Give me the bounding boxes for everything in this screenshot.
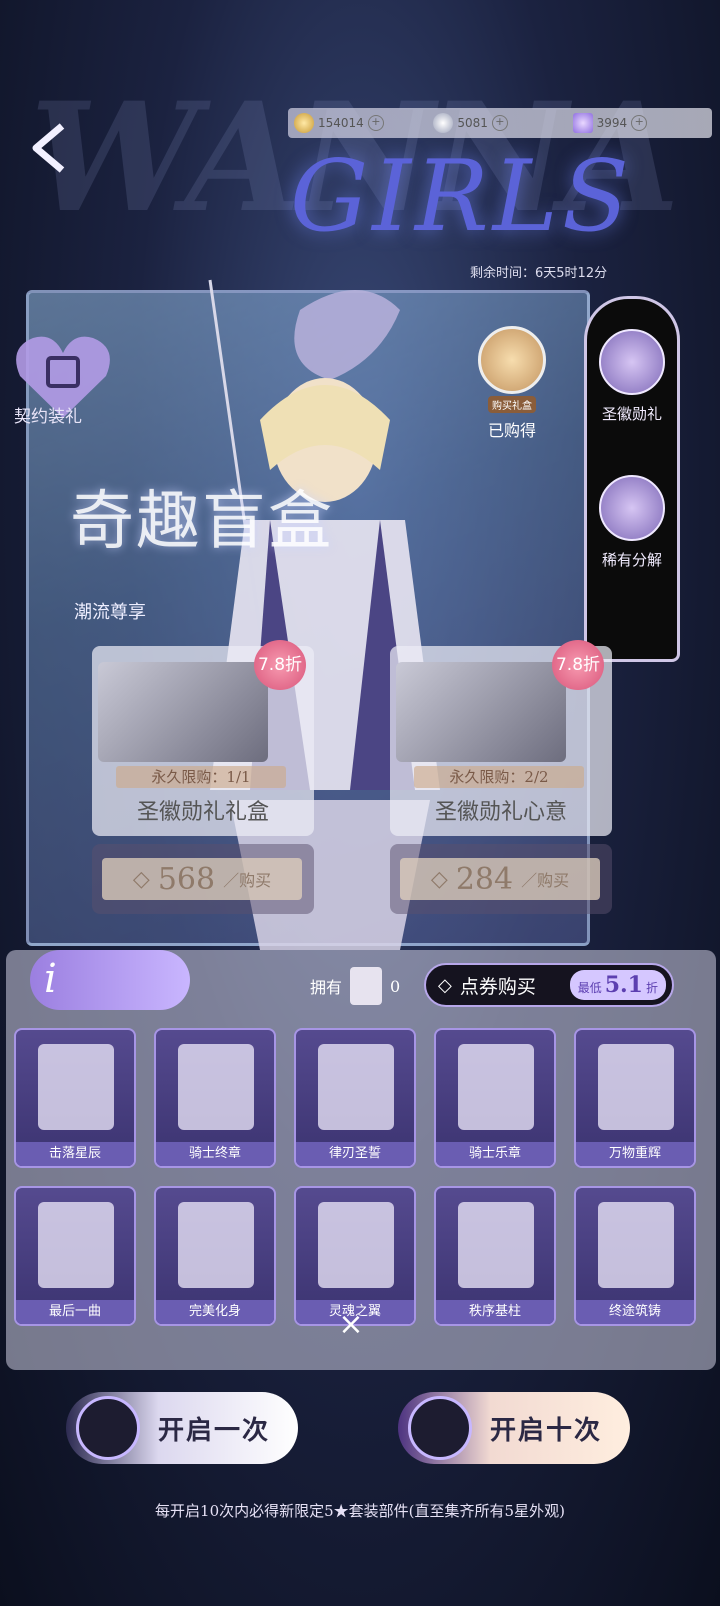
hair-item-image xyxy=(38,1044,114,1130)
decompose-icon xyxy=(599,475,665,541)
close-icon[interactable]: × xyxy=(336,1310,366,1340)
product-name: 圣徽勋礼礼盒 xyxy=(136,800,269,825)
owned-value: 0 xyxy=(390,976,401,996)
gift-box-icon xyxy=(478,326,546,394)
promo-tag: 潮流尊享 xyxy=(74,602,146,623)
product-name: 圣徽勋礼心意 xyxy=(434,800,567,825)
wing-item-image xyxy=(598,1044,674,1130)
lowest-prefix: 最低 xyxy=(577,981,602,995)
back-button[interactable] xyxy=(22,118,76,178)
lock-label: 契约装礼 xyxy=(14,407,82,427)
diamond-icon: ◇ xyxy=(430,866,448,892)
price-unit: ／购买 xyxy=(223,871,272,890)
add-paw-button[interactable]: + xyxy=(491,115,508,131)
gift-box-image xyxy=(98,662,268,762)
reward-item[interactable]: 最后一曲 xyxy=(14,1186,136,1326)
draw-once-button[interactable]: 开启一次 xyxy=(66,1392,298,1464)
diamond-value: 3994 xyxy=(596,116,628,130)
info-button[interactable]: i xyxy=(30,950,190,1010)
price-value: 568 xyxy=(157,861,216,897)
lowest-value: 5.1 xyxy=(604,972,643,998)
gold-value: 154014 xyxy=(318,116,364,130)
buy-label: 点券购买 xyxy=(459,975,536,998)
lowest-suffix: 折 xyxy=(645,981,658,995)
reward-item[interactable]: 灵魂之翼 xyxy=(294,1186,416,1326)
reward-item-label: 万物重辉 xyxy=(576,1142,694,1166)
reward-item[interactable]: 完美化身 xyxy=(154,1186,276,1326)
reward-item[interactable]: 骑士终章 xyxy=(154,1028,276,1168)
price-value: 284 xyxy=(455,861,514,897)
reward-item[interactable]: 律刃圣誓 xyxy=(294,1028,416,1168)
reward-item-label: 完美化身 xyxy=(156,1300,274,1324)
product-card-gift-box[interactable]: 7.8折 永久限购：1/1 圣徽勋礼礼盒 xyxy=(92,640,314,836)
gold-coin-icon xyxy=(294,113,314,133)
currency-gold: 154014 + xyxy=(294,113,427,133)
paw-value: 5081 xyxy=(457,116,488,130)
product-card-gift-heart[interactable]: 7.8折 永久限购：2/2 圣徽勋礼心意 xyxy=(390,640,612,836)
sidebar-item-badge-gift[interactable]: 圣徽勋礼 xyxy=(587,329,677,424)
sword-item-image xyxy=(318,1044,394,1130)
currency-diamond: 3994 + xyxy=(572,113,706,133)
buy-gift-box-button[interactable]: ◇ 568 ／购买 xyxy=(92,844,314,914)
right-sidebar: 圣徽勋礼 稀有分解 xyxy=(584,296,680,662)
avatar xyxy=(408,1396,472,1460)
gift-card-image xyxy=(396,662,566,762)
purchased-gift-button[interactable]: 购买礼盒 已购得 xyxy=(472,326,552,440)
discount-badge: 7.8折 xyxy=(552,640,604,690)
wand-item-image xyxy=(318,1202,394,1288)
buy-with-coupon-button[interactable]: ◇ 点券购买 最低 5.1 折 xyxy=(424,963,674,1007)
chevron-left-icon xyxy=(32,123,65,173)
currency-bar: 154014 + 5081 + 3994 + xyxy=(288,108,712,138)
purchased-tag: 购买礼盒 xyxy=(488,396,536,413)
diamond-outline-icon: ◇ xyxy=(438,974,452,996)
reward-item[interactable]: 骑士乐章 xyxy=(434,1028,556,1168)
sidebar-item-decompose[interactable]: 稀有分解 xyxy=(587,475,677,570)
draw-ten-label: 开启十次 xyxy=(490,1415,603,1446)
purchase-limit: 永久限购：1/1 xyxy=(116,766,286,788)
sidebar-item-label: 稀有分解 xyxy=(601,551,662,569)
diamond-icon: ◇ xyxy=(132,866,150,892)
reward-item[interactable]: 万物重辉 xyxy=(574,1028,696,1168)
promo-title: 奇趣盲盒 xyxy=(70,485,334,559)
outfit-item-image xyxy=(178,1044,254,1130)
sidebar-item-label: 圣徽勋礼 xyxy=(601,405,662,423)
add-diamond-button[interactable]: + xyxy=(631,115,648,131)
paw-coin-icon xyxy=(433,113,454,133)
reward-item-label: 秩序基柱 xyxy=(436,1300,554,1324)
diamond-icon xyxy=(572,113,593,133)
reward-item[interactable]: 击落星辰 xyxy=(14,1028,136,1168)
reward-item-label: 骑士乐章 xyxy=(436,1142,554,1166)
owned-label: 拥有 xyxy=(310,978,343,997)
currency-paw: 5081 + xyxy=(433,113,566,133)
avatar xyxy=(76,1396,140,1460)
info-icon: i xyxy=(44,956,57,1002)
draw-once-label: 开启一次 xyxy=(158,1415,271,1446)
reward-item-label: 最后一曲 xyxy=(16,1300,134,1324)
purchased-label: 已购得 xyxy=(487,421,536,440)
reward-item-label: 终途筑铸 xyxy=(576,1300,694,1324)
add-gold-button[interactable]: + xyxy=(367,115,384,131)
stockings-item-image xyxy=(458,1202,534,1288)
scene-item-image xyxy=(38,1202,114,1288)
reward-item[interactable]: 终途筑铸 xyxy=(574,1186,696,1326)
purchase-limit: 永久限购：2/2 xyxy=(414,766,584,788)
price-unit: ／购买 xyxy=(521,871,570,890)
badge-icon xyxy=(599,329,665,395)
draw-ten-button[interactable]: 开启十次 xyxy=(398,1392,630,1464)
discount-badge: 7.8折 xyxy=(254,640,306,690)
reward-item-label: 击落星辰 xyxy=(16,1142,134,1166)
event-title: GIRLS xyxy=(290,140,633,254)
reward-item-label: 骑士终章 xyxy=(156,1142,274,1166)
dress-item-image xyxy=(178,1202,254,1288)
reward-item-label: 律刃圣誓 xyxy=(296,1142,414,1166)
owned-thumbnail xyxy=(350,967,383,1005)
guarantee-note: 每开启10次内必得新限定5★套装部件(直至集齐所有5星外观) xyxy=(155,1502,565,1520)
owned-count: 拥有 0 xyxy=(310,965,430,1007)
boots-item-image xyxy=(598,1202,674,1288)
lowest-discount-badge: 最低 5.1 折 xyxy=(569,970,666,1000)
buy-gift-heart-button[interactable]: ◇ 284 ／购买 xyxy=(390,844,612,914)
coat-item-image xyxy=(458,1044,534,1130)
reward-item[interactable]: 秩序基柱 xyxy=(434,1186,556,1326)
